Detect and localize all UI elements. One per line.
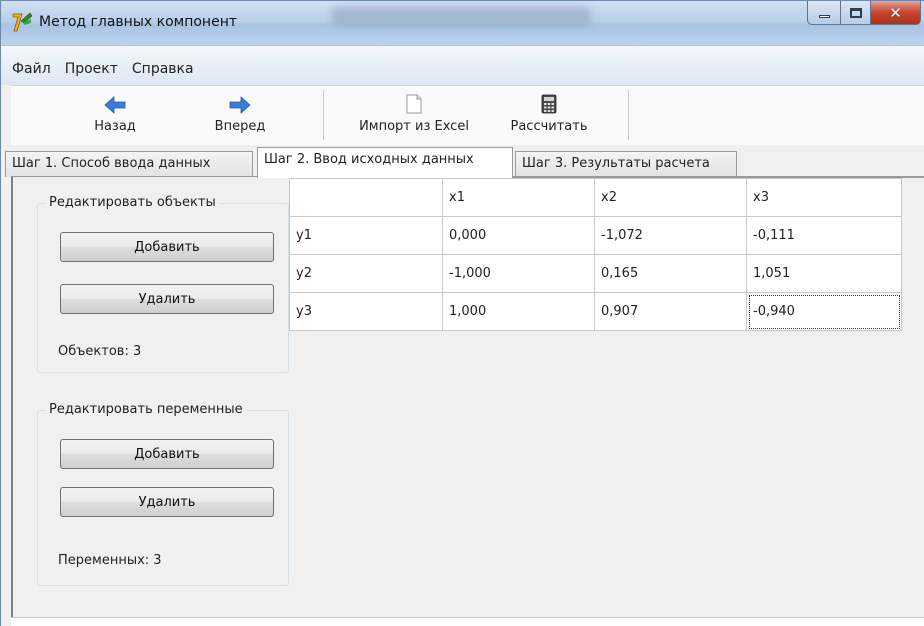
calculate-label: Рассчитать <box>510 119 588 134</box>
table-row: y2 -1,000 0,165 1,051 <box>289 254 902 293</box>
tab-step1[interactable]: Шаг 1. Способ ввода данных <box>5 151 253 177</box>
menu-project[interactable]: Проект <box>58 58 125 80</box>
title-bar-blur <box>331 7 591 25</box>
variables-group: Редактировать переменные Добавить Удалит… <box>37 402 289 586</box>
objects-group: Редактировать объекты Добавить Удалить О… <box>37 195 289 373</box>
objects-count: Объектов: 3 <box>58 344 142 359</box>
import-excel-label: Импорт из Excel <box>359 119 469 134</box>
add-object-button[interactable]: Добавить <box>60 232 274 262</box>
close-button[interactable]: ✕ <box>871 1 921 25</box>
maximize-button[interactable] <box>841 1 871 25</box>
grid-header-x3[interactable]: x3 <box>746 178 902 217</box>
row-header-y1[interactable]: y1 <box>289 216 443 255</box>
grid-header-x1[interactable]: x1 <box>442 178 595 217</box>
back-label: Назад <box>94 119 136 134</box>
grid-corner-cell <box>289 178 443 217</box>
objects-group-title: Редактировать объекты <box>46 195 219 210</box>
forward-label: Вперед <box>214 119 266 134</box>
row-header-y3[interactable]: y3 <box>289 292 443 331</box>
bottom-edge <box>11 617 924 626</box>
variables-group-title: Редактировать переменные <box>46 402 246 417</box>
minimize-button[interactable] <box>807 1 841 25</box>
delete-variable-button[interactable]: Удалить <box>60 487 274 517</box>
window-title: Метод главных компонент <box>39 14 237 30</box>
toolbar-separator <box>628 90 629 140</box>
toolbar: Назад Вперед Импорт из Excel Рассчитать <box>11 85 924 145</box>
grid-cell[interactable]: -1,000 <box>442 254 595 293</box>
window-controls: ✕ <box>807 1 921 25</box>
forward-button[interactable]: Вперед <box>195 86 285 144</box>
document-icon <box>406 94 422 114</box>
app-logo-icon <box>12 12 33 32</box>
arrow-left-icon <box>104 96 126 114</box>
grid-cell[interactable]: 0,165 <box>594 254 747 293</box>
grid-header-row: x1 x2 x3 <box>289 178 902 217</box>
menu-help[interactable]: Справка <box>125 58 201 80</box>
row-header-y2[interactable]: y2 <box>289 254 443 293</box>
grid-cell[interactable]: 0,000 <box>442 216 595 255</box>
grid-cell[interactable]: -0,111 <box>746 216 902 255</box>
grid-cell[interactable]: 1,000 <box>442 292 595 331</box>
title-bar[interactable]: Метод главных компонент ✕ <box>1 1 924 45</box>
data-grid: x1 x2 x3 y1 0,000 -1,072 -0,111 y2 -1,00… <box>289 178 902 331</box>
minimize-icon <box>818 15 830 18</box>
tab-step2[interactable]: Шаг 2. Ввод исходных данных <box>257 147 513 178</box>
grid-header-x2[interactable]: x2 <box>594 178 747 217</box>
grid-cell[interactable]: 1,051 <box>746 254 902 293</box>
import-excel-button[interactable]: Импорт из Excel <box>349 86 479 144</box>
grid-cell-selected[interactable]: -0,940 <box>746 292 902 331</box>
grid-cell[interactable]: 0,907 <box>594 292 747 331</box>
table-row: y3 1,000 0,907 -0,940 <box>289 292 902 331</box>
table-row: y1 0,000 -1,072 -0,111 <box>289 216 902 255</box>
left-panel: Редактировать объекты Добавить Удалить О… <box>11 177 289 617</box>
calculator-icon <box>541 94 557 114</box>
tab-step3[interactable]: Шаг 3. Результаты расчета <box>515 151 737 177</box>
variables-count: Переменных: 3 <box>58 553 162 568</box>
close-icon: ✕ <box>889 3 902 22</box>
arrow-right-icon <box>229 96 251 114</box>
maximize-icon <box>849 7 862 18</box>
menu-file[interactable]: Файл <box>5 58 58 80</box>
back-button[interactable]: Назад <box>75 86 155 144</box>
calculate-button[interactable]: Рассчитать <box>507 86 591 144</box>
add-variable-button[interactable]: Добавить <box>60 439 274 469</box>
toolbar-separator <box>323 90 324 140</box>
app-window: Метод главных компонент ✕ Файл Проект Сп… <box>0 0 924 626</box>
delete-object-button[interactable]: Удалить <box>60 284 274 314</box>
grid-cell[interactable]: -1,072 <box>594 216 747 255</box>
data-grid-area: x1 x2 x3 y1 0,000 -1,072 -0,111 y2 -1,00… <box>289 177 924 617</box>
menu-bar: Файл Проект Справка <box>5 58 201 80</box>
